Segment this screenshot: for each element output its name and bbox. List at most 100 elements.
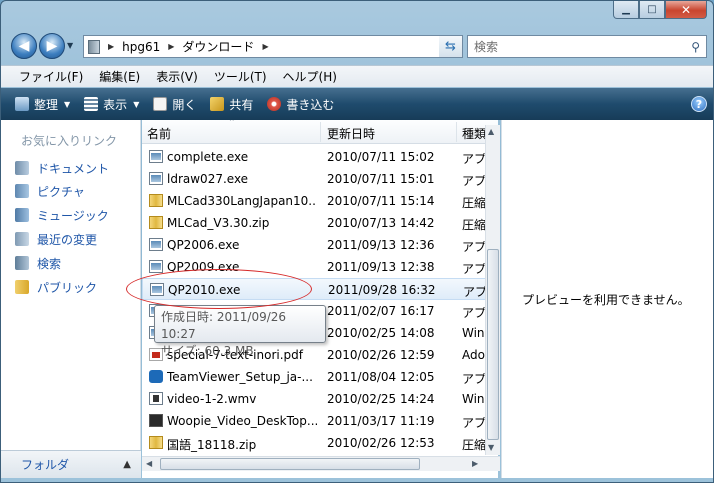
favorite-links-header: お気に入りリンク [21, 134, 118, 148]
burn-icon [267, 97, 282, 111]
share-icon [210, 97, 225, 111]
nav-link-public[interactable]: パブリック [15, 277, 97, 297]
scroll-up-icon[interactable]: ▲ [488, 127, 494, 136]
folder-icon [88, 39, 100, 54]
file-date-modified: 2011/09/13 12:38 [327, 260, 435, 274]
file-row[interactable]: MLCad_V3.30.zip 2010/07/13 14:42 圧縮 [142, 212, 486, 234]
file-date-modified: 2010/07/11 15:14 [327, 194, 435, 208]
file-date-modified: 2010/02/26 12:59 [327, 348, 435, 362]
column-divider[interactable] [320, 122, 321, 142]
refresh-button[interactable]: ⇆ [439, 35, 463, 58]
share-label: 共有 [229, 97, 254, 112]
column-type[interactable]: 種類 [462, 125, 486, 142]
organize-button[interactable]: 整理 ▼ [15, 96, 70, 113]
file-row[interactable]: 国語_18118.zip 2010/02/26 12:53 圧縮 [142, 432, 486, 454]
wv-file-icon [149, 414, 163, 427]
open-icon [153, 97, 168, 111]
file-row[interactable]: video-1-2.wmv 2010/02/25 14:24 Win [142, 388, 486, 410]
highlight-annotation-ellipse [126, 269, 312, 309]
open-label: 開く [172, 97, 197, 112]
navigation-pane: お気に入りリンク ドキュメント ピクチャ ミュージック 最近の変更 検索 パブリ… [1, 120, 141, 450]
horizontal-scrollbar[interactable]: ◀ ▶ [142, 456, 500, 471]
file-date-modified: 2010/02/25 14:24 [327, 392, 435, 406]
search-folder-icon [15, 256, 29, 270]
address-bar[interactable]: ▶ hpg61 ▶ ダウンロード ▶ ▼ [83, 35, 463, 58]
burn-button[interactable]: 書き込む [267, 96, 334, 113]
open-button[interactable]: 開く [153, 96, 196, 113]
exe-file-icon [149, 172, 163, 185]
breadcrumb-downloads[interactable]: ダウンロード [182, 38, 254, 55]
file-name: Woopie_Video_DeskTop... [167, 414, 317, 428]
file-date-modified: 2010/02/26 12:53 [327, 436, 435, 450]
views-label: 表示 [103, 97, 128, 112]
help-button[interactable]: ? [691, 96, 707, 112]
file-row[interactable]: Woopie_Video_DeskTop... 2011/03/17 11:19 ア… [142, 410, 486, 432]
views-icon [84, 97, 99, 111]
search-icon[interactable]: ⚲ [691, 40, 700, 54]
sort-ascending-icon: ⌃ [228, 120, 236, 128]
file-date-modified: 2011/02/07 16:17 [327, 304, 435, 318]
help-icon: ? [695, 97, 703, 111]
column-name[interactable]: 名前 [147, 125, 171, 142]
views-button[interactable]: 表示 ▼ [84, 96, 139, 113]
breadcrumb-hpg61[interactable]: hpg61 [122, 40, 160, 54]
nav-link-recent[interactable]: 最近の変更 [15, 229, 97, 249]
nav-link-search[interactable]: 検索 [15, 253, 61, 273]
file-row[interactable]: complete.exe 2010/07/11 15:02 アプ [142, 146, 486, 168]
documents-icon [15, 161, 29, 175]
file-name: ldraw027.exe [167, 172, 249, 186]
back-button[interactable]: ◀ [11, 33, 37, 59]
column-divider[interactable] [456, 122, 457, 142]
file-row[interactable]: QP2006.exe 2011/09/13 12:36 アプ [142, 234, 486, 256]
menu-tools[interactable]: ツール(T) [214, 68, 267, 85]
file-row[interactable]: TeamViewer_Setup_ja-... 2011/08/04 12:05 ア… [142, 366, 486, 388]
share-button[interactable]: 共有 [210, 96, 253, 113]
vertical-scrollbar[interactable]: ▲ ▼ [485, 125, 500, 455]
file-date-modified: 2010/07/11 15:02 [327, 150, 435, 164]
menu-edit[interactable]: 編集(E) [99, 68, 140, 85]
maximize-button[interactable]: □ [639, 1, 665, 19]
menu-help[interactable]: ヘルプ(H) [283, 68, 337, 85]
vertical-scroll-thumb[interactable] [487, 249, 499, 440]
chevron-right-icon[interactable]: ▶ [262, 42, 268, 51]
organize-label: 整理 [34, 97, 59, 112]
command-bar: 整理 ▼ 表示 ▼ 開く 共有 書き込む ? [1, 88, 713, 120]
folders-toggle[interactable]: フォルダ ▲ [1, 450, 141, 478]
folder-icon [15, 280, 29, 294]
chevron-down-icon: ▼ [133, 99, 140, 109]
arrow-right-icon: ▶ [46, 38, 58, 54]
scroll-down-icon[interactable]: ▼ [488, 443, 494, 452]
nav-link-pictures[interactable]: ピクチャ [15, 181, 85, 201]
minimize-button[interactable]: ▁ [613, 1, 639, 19]
close-button[interactable]: ✕ [665, 1, 707, 19]
scroll-right-icon[interactable]: ▶ [472, 459, 478, 468]
pictures-icon [15, 184, 29, 198]
menu-bar: ファイル(F) 編集(E) 表示(V) ツール(T) ヘルプ(H) [1, 65, 713, 87]
chevron-right-icon[interactable]: ▶ [108, 42, 114, 51]
search-input[interactable]: 検索 [474, 38, 498, 55]
file-row[interactable]: ldraw027.exe 2010/07/11 15:01 アプ [142, 168, 486, 190]
address-row: ◀ ▶ ▼ ▶ hpg61 ▶ ダウンロード ▶ ▼ ⇆ 検索 ⚲ [7, 31, 707, 61]
close-icon: ✕ [680, 2, 692, 17]
recent-pages-dropdown[interactable]: ▼ [67, 41, 73, 50]
file-row[interactable]: MLCad330LangJapan10... 2010/07/11 15:14 圧縮 [142, 190, 486, 212]
scroll-left-icon[interactable]: ◀ [146, 459, 152, 468]
chevron-right-icon[interactable]: ▶ [168, 42, 174, 51]
chevron-up-icon: ▲ [123, 459, 131, 470]
file-date-modified: 2011/03/17 11:19 [327, 414, 435, 428]
menu-file[interactable]: ファイル(F) [19, 68, 83, 85]
menu-view[interactable]: 表示(V) [156, 68, 198, 85]
horizontal-scroll-thumb[interactable] [160, 458, 420, 470]
search-box[interactable]: 検索 ⚲ [467, 35, 707, 58]
chevron-down-icon: ▼ [64, 99, 71, 109]
file-date-modified: 2010/02/25 14:08 [327, 326, 435, 340]
nav-link-music[interactable]: ミュージック [15, 205, 109, 225]
tv-file-icon [149, 370, 163, 383]
column-date-modified[interactable]: 更新日時 [327, 125, 375, 142]
file-date-modified: 2010/07/13 14:42 [327, 216, 435, 230]
file-name: MLCad330LangJapan10... [167, 194, 317, 208]
nav-link-documents[interactable]: ドキュメント [15, 158, 109, 178]
tooltip-size: サイズ: 60.3 MB [161, 344, 254, 358]
explorer-window: ▁ □ ✕ ◀ ▶ ▼ ▶ hpg61 ▶ ダウンロード ▶ ▼ ⇆ 検索 ⚲ … [0, 0, 714, 483]
forward-button[interactable]: ▶ [39, 33, 65, 59]
